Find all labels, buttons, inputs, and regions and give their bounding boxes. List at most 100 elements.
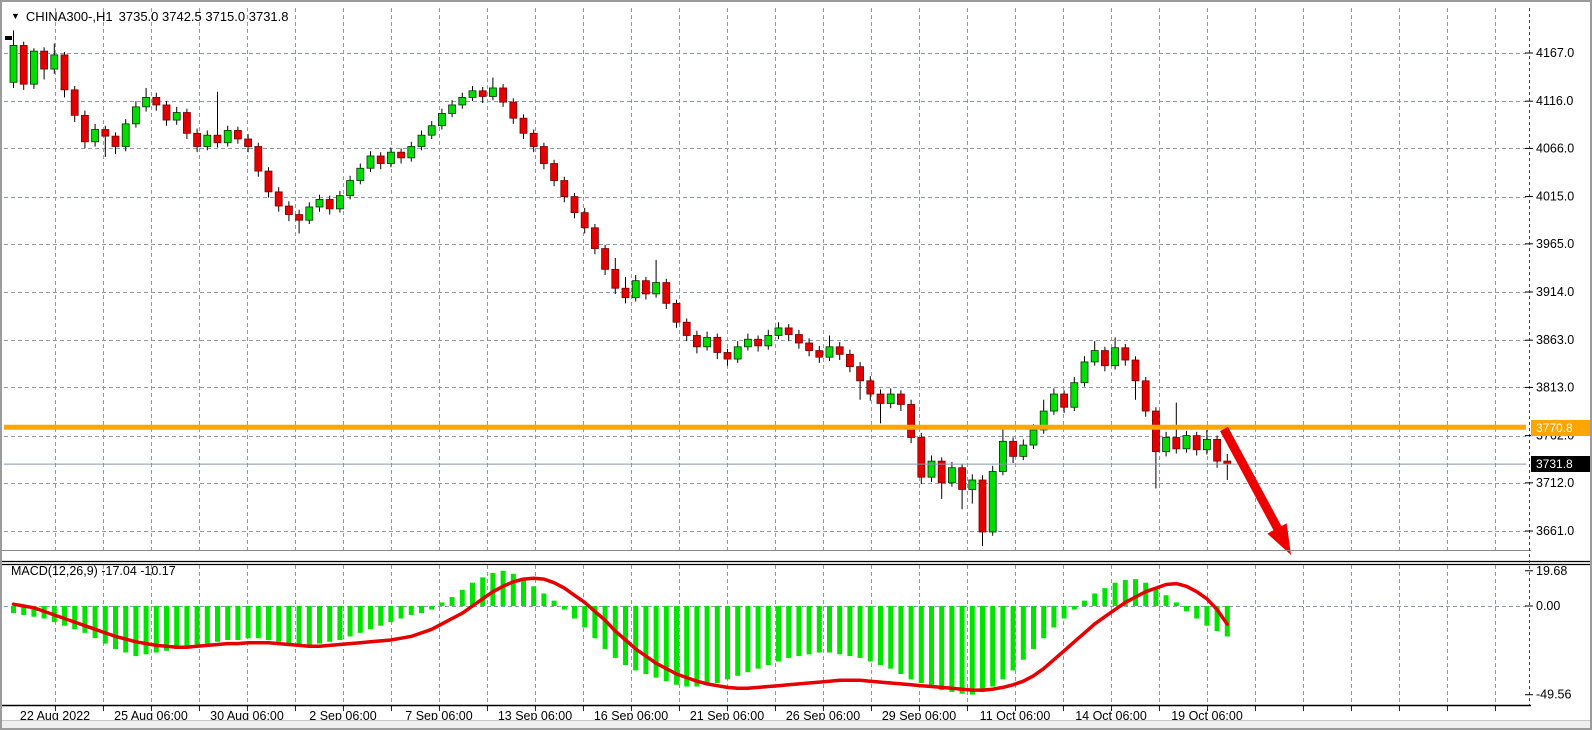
bear-candle — [693, 335, 700, 346]
macd-bar — [399, 606, 404, 619]
macd-bar — [358, 606, 363, 633]
price-axis-label: 4015.0 — [1536, 190, 1574, 204]
bear-candle — [1132, 360, 1139, 381]
macd-axis-label: 19.68 — [1536, 564, 1567, 578]
macd-bar — [684, 606, 689, 687]
bull-candle — [1020, 445, 1027, 456]
macd-bar — [745, 606, 750, 672]
macd-bar — [205, 606, 210, 644]
macd-bar — [562, 606, 567, 610]
bear-candle — [326, 199, 333, 208]
macd-axis-label: -49.56 — [1536, 688, 1571, 702]
macd-bar — [603, 606, 608, 649]
macd-bar — [1000, 606, 1005, 679]
macd-bar — [266, 606, 271, 640]
symbol-dropdown-icon[interactable]: ▼ — [11, 12, 20, 21]
bull-candle — [1112, 348, 1119, 366]
macd-bar — [909, 606, 914, 679]
macd-bar — [215, 606, 220, 642]
bull-candle — [224, 130, 231, 142]
bear-candle — [245, 139, 252, 147]
macd-bar — [337, 606, 342, 640]
macd-bar — [970, 606, 975, 695]
bear-candle — [275, 192, 282, 206]
macd-bar — [1041, 606, 1046, 638]
chart-header: ▼ CHINA300-,H1 3735.0 3742.5 3715.0 3731… — [11, 9, 289, 24]
bull-candle — [969, 480, 976, 489]
macd-bar — [184, 606, 189, 647]
macd-bar — [286, 606, 291, 644]
header-ohlc-values: 3735.0 3742.5 3715.0 3731.8 — [119, 9, 289, 24]
macd-bar — [1174, 602, 1179, 606]
bear-candle — [479, 91, 486, 97]
bear-candle — [602, 249, 609, 270]
bull-candle — [122, 124, 129, 147]
bull-candle — [336, 196, 343, 209]
macd-bar — [11, 606, 16, 613]
bull-candle — [887, 394, 894, 403]
trend-arrow[interactable] — [1224, 429, 1291, 555]
bear-candle — [714, 337, 721, 352]
macd-bar — [1031, 606, 1036, 649]
macd-bar — [796, 606, 801, 656]
macd-bar — [246, 606, 251, 638]
bear-candle — [255, 147, 262, 172]
macd-bar — [521, 579, 526, 606]
macd-bar — [847, 606, 852, 656]
bear-candle — [663, 283, 670, 304]
bull-candle — [744, 339, 751, 347]
macd-histogram-layer — [11, 571, 1230, 695]
macd-bar — [297, 606, 302, 645]
bull-candle — [704, 337, 711, 346]
macd-bar — [1072, 606, 1077, 610]
macd-bar — [898, 606, 903, 674]
macd-bar — [786, 606, 791, 658]
bear-candle — [1010, 441, 1017, 456]
macd-bar — [929, 606, 934, 687]
macd-bar — [195, 606, 200, 645]
macd-bar — [174, 606, 179, 649]
chart-svg[interactable]: 4167.04116.04066.04015.03965.03914.03863… — [2, 2, 1592, 730]
macd-values-text: -17.04 -10.17 — [101, 564, 175, 578]
macd-bar — [990, 606, 995, 687]
macd-bar — [1021, 606, 1026, 660]
macd-bar — [868, 606, 873, 661]
current-price-tag: 3731.8 — [1531, 456, 1592, 472]
macd-bar — [1062, 606, 1067, 619]
bull-candle — [143, 97, 150, 106]
bull-candle — [204, 135, 211, 146]
macd-bar — [939, 606, 944, 690]
macd-bar — [837, 606, 842, 654]
macd-bar — [541, 593, 546, 606]
chart-canvas[interactable]: 4167.04116.04066.04015.03965.03914.03863… — [2, 2, 1590, 728]
bear-candle — [571, 197, 578, 213]
macd-bar — [807, 606, 812, 654]
macd-bar — [419, 606, 424, 613]
bear-candle — [296, 215, 303, 221]
macd-bar — [1011, 606, 1016, 670]
grid-layer — [4, 8, 1526, 705]
bear-candle — [959, 468, 966, 490]
price-axis[interactable]: 4167.04116.04066.04015.03965.03914.03863… — [1525, 46, 1574, 702]
macd-bar — [756, 606, 761, 669]
orange-level-price-tag: 3770.8 — [1531, 420, 1592, 436]
bear-candle — [194, 133, 201, 146]
bull-candle — [1203, 439, 1210, 449]
macd-bar — [348, 606, 353, 636]
bear-candle — [1101, 351, 1108, 366]
bull-candle — [489, 88, 496, 97]
bull-candle — [1050, 394, 1057, 411]
macd-bar — [133, 606, 138, 656]
bear-candle — [102, 130, 109, 137]
bull-candle — [1071, 383, 1078, 408]
bear-candle — [377, 156, 384, 164]
bull-candle — [357, 168, 364, 180]
macd-bar — [113, 606, 118, 649]
macd-bar — [1184, 606, 1189, 611]
price-axis-label: 3813.0 — [1536, 380, 1574, 394]
bear-candle — [520, 118, 527, 133]
bear-candle — [836, 347, 843, 355]
macd-label-text: MACD(12,26,9) — [11, 564, 98, 578]
bull-candle — [948, 468, 955, 483]
macd-bar — [388, 606, 393, 622]
